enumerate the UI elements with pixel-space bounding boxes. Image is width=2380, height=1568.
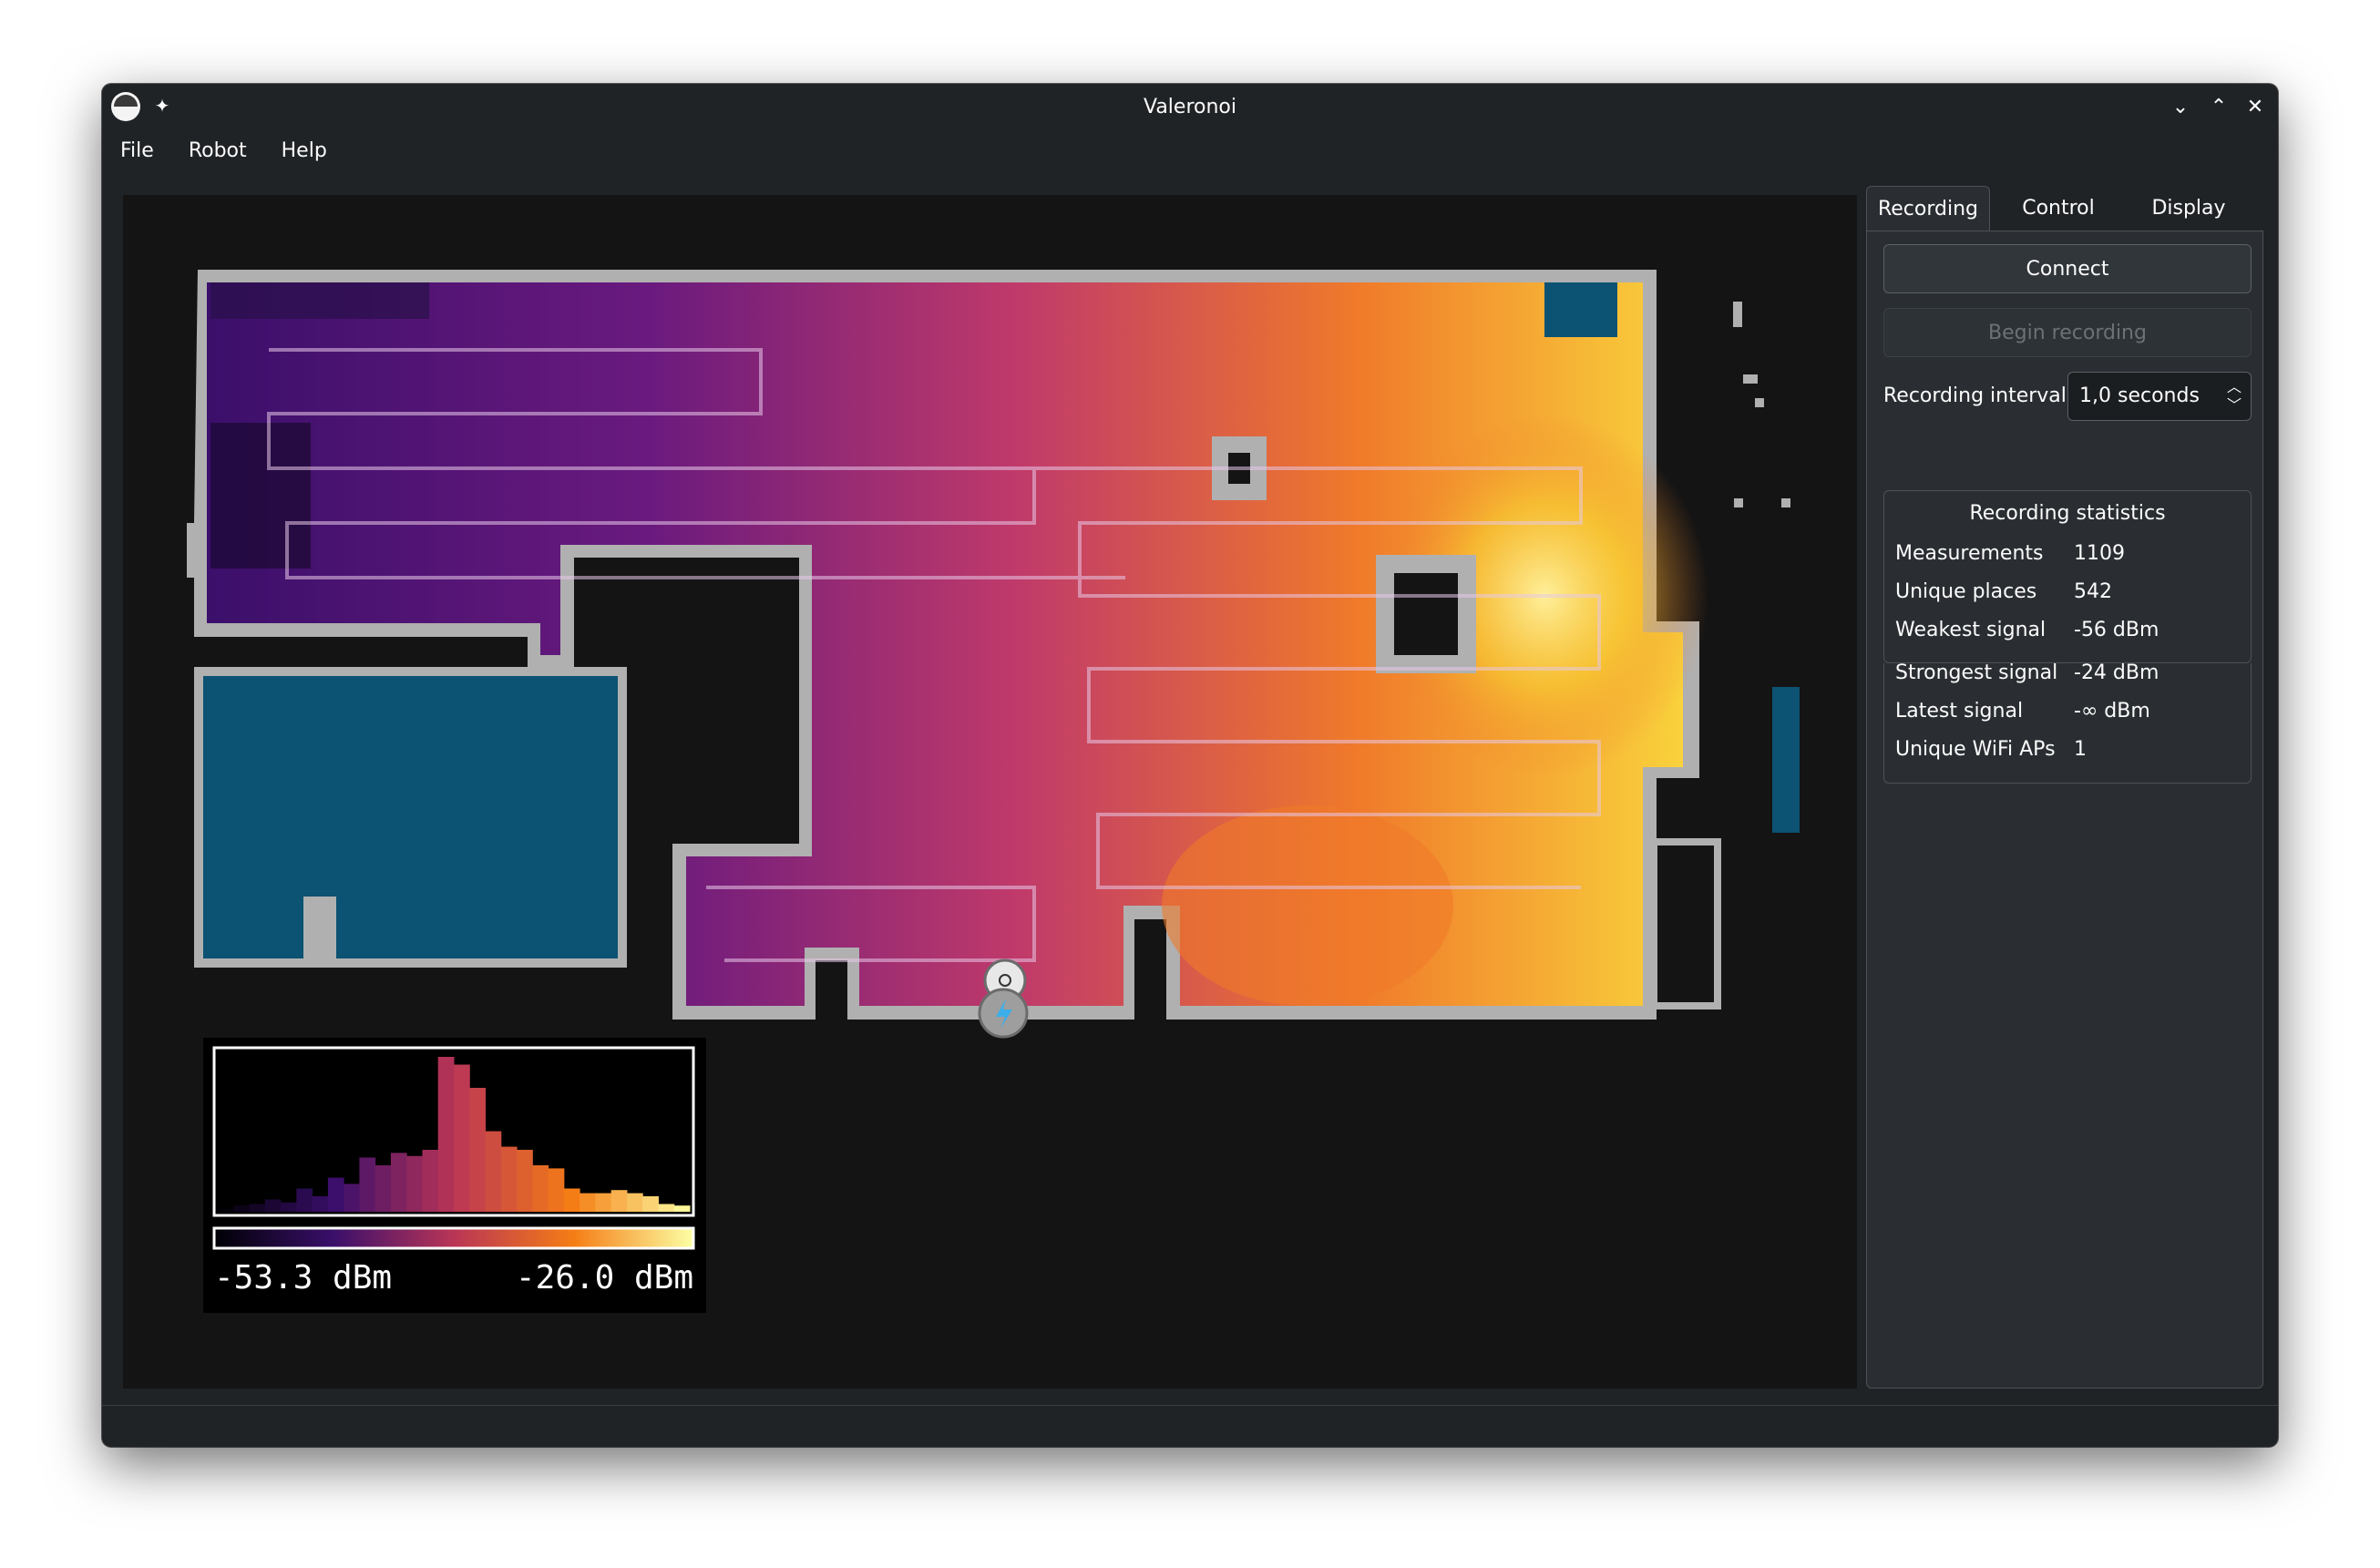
tab-display[interactable]: Display bbox=[2127, 186, 2251, 231]
recording-statistics-group-cont: Strongest signal -24 dBm Latest signal -… bbox=[1883, 661, 2252, 784]
stat-value: 1109 bbox=[2074, 542, 2125, 565]
menu-help[interactable]: Help bbox=[282, 139, 327, 162]
minimize-icon[interactable]: ⌄ bbox=[2168, 95, 2193, 120]
histogram-bar bbox=[485, 1131, 502, 1212]
spin-up-icon[interactable]: ︿ bbox=[2225, 378, 2243, 396]
tab-recording[interactable]: Recording bbox=[1866, 186, 1990, 231]
histogram-bar bbox=[264, 1199, 282, 1212]
histogram-bar bbox=[500, 1146, 518, 1212]
histogram-bar bbox=[673, 1205, 691, 1212]
color-scale bbox=[212, 1226, 695, 1250]
window-title: Valeronoi bbox=[1143, 95, 1236, 118]
stat-value: -∞ dBm bbox=[2074, 700, 2150, 723]
histogram-bar bbox=[563, 1188, 580, 1212]
stats-title: Recording statistics bbox=[1969, 502, 2166, 525]
stat-value: 542 bbox=[2074, 580, 2112, 603]
histogram-bar bbox=[595, 1193, 612, 1212]
histogram-bar bbox=[281, 1202, 297, 1212]
histogram-bar bbox=[233, 1205, 251, 1212]
spin-down-icon[interactable]: ﹀ bbox=[2225, 396, 2243, 415]
tab-bar: Recording Control Display bbox=[1866, 186, 2263, 231]
histogram-bar bbox=[532, 1165, 549, 1212]
histogram-bar bbox=[658, 1204, 675, 1212]
title-bar[interactable]: ✦ Valeronoi ⌄ ⌃ ✕ bbox=[102, 84, 2278, 129]
stat-label: Unique WiFi APs bbox=[1895, 738, 2056, 761]
stat-value: -24 dBm bbox=[2074, 661, 2159, 684]
histogram-bar bbox=[548, 1168, 565, 1212]
histogram-bar bbox=[610, 1190, 628, 1212]
pin-icon[interactable]: ✦ bbox=[151, 95, 173, 117]
map-view[interactable]: -53.3 dBm -26.0 dBm bbox=[123, 195, 1857, 1389]
histogram-bar bbox=[469, 1088, 487, 1212]
stat-label: Unique places bbox=[1895, 580, 2037, 603]
histogram-bar bbox=[454, 1064, 470, 1212]
wifi-heatmap[interactable]: -53.3 dBm -26.0 dBm bbox=[123, 195, 1857, 1389]
histogram-bar bbox=[312, 1196, 329, 1212]
close-icon[interactable]: ✕ bbox=[2242, 95, 2268, 120]
recording-interval-spinbox[interactable]: 1,0 seconds ︿ ﹀ bbox=[2067, 372, 2252, 421]
histogram-bar bbox=[406, 1155, 423, 1212]
histogram-bar bbox=[580, 1193, 596, 1212]
legend-max-label: -26.0 dBm bbox=[516, 1259, 693, 1296]
histogram-bar bbox=[218, 1208, 234, 1212]
recording-tab-content: Connect Begin recording Recording interv… bbox=[1866, 231, 2263, 1389]
menu-bar: File Robot Help bbox=[102, 129, 2278, 171]
stat-label: Latest signal bbox=[1895, 700, 2024, 723]
stat-label: Weakest signal bbox=[1895, 619, 2047, 641]
histogram-bar bbox=[344, 1184, 360, 1212]
stat-label: Strongest signal bbox=[1895, 661, 2058, 684]
histogram-bar bbox=[517, 1150, 533, 1212]
connect-button[interactable]: Connect bbox=[1883, 244, 2252, 293]
room-floor bbox=[203, 676, 618, 958]
menu-file[interactable]: File bbox=[120, 139, 154, 162]
recording-interval-value: 1,0 seconds bbox=[2079, 384, 2200, 407]
histogram-bar bbox=[390, 1153, 407, 1212]
begin-recording-button[interactable]: Begin recording bbox=[1883, 308, 2252, 357]
maximize-icon[interactable]: ⌃ bbox=[2206, 95, 2231, 120]
stat-value: 1 bbox=[2074, 738, 2087, 761]
recording-interval-label: Recording interval bbox=[1883, 384, 2067, 407]
app-icon bbox=[111, 92, 140, 121]
legend-min-label: -53.3 dBm bbox=[214, 1259, 392, 1296]
stat-value: -56 dBm bbox=[2074, 619, 2159, 641]
histogram-bar bbox=[249, 1204, 266, 1212]
status-bar bbox=[102, 1405, 2278, 1406]
tab-control[interactable]: Control bbox=[1999, 186, 2118, 231]
histogram-bar bbox=[626, 1193, 643, 1212]
histogram-bar bbox=[422, 1150, 439, 1212]
histogram-bar bbox=[374, 1165, 392, 1212]
app-window: ✦ Valeronoi ⌄ ⌃ ✕ File Robot Help -53.3 … bbox=[102, 84, 2278, 1447]
stat-label: Measurements bbox=[1895, 542, 2044, 565]
histogram-bar bbox=[296, 1188, 313, 1212]
menu-robot[interactable]: Robot bbox=[189, 139, 247, 162]
histogram-bar bbox=[642, 1196, 659, 1212]
recording-statistics-group: Recording statistics Measurements 1109 U… bbox=[1883, 490, 2252, 663]
histogram-bar bbox=[327, 1177, 344, 1212]
side-panel: Recording Control Display Connect Begin … bbox=[1866, 186, 2263, 1389]
histogram-bar bbox=[359, 1157, 376, 1212]
histogram-bar bbox=[437, 1057, 455, 1212]
